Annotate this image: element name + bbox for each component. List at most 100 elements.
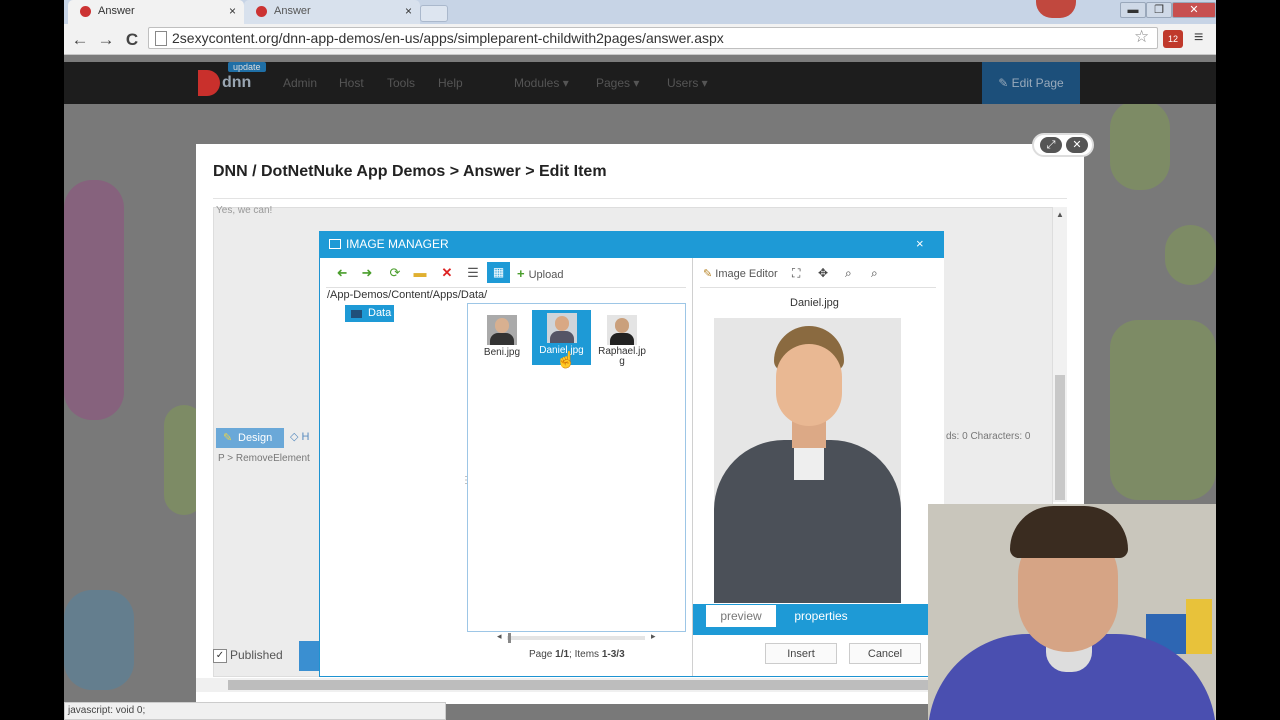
- refresh-icon[interactable]: ⟳: [387, 265, 403, 281]
- hand-cursor-icon: ☝: [556, 352, 576, 369]
- nav-tools[interactable]: Tools: [387, 76, 415, 90]
- maximize-icon[interactable]: ⤢: [1040, 137, 1062, 153]
- image-thumbnail: [546, 313, 577, 343]
- letterbox-left: [0, 0, 64, 720]
- html-mode-button[interactable]: ◇ H: [290, 430, 309, 443]
- image-manager-titlebar[interactable]: IMAGE MANAGER: [319, 231, 944, 258]
- tab-close-icon[interactable]: ×: [405, 4, 412, 18]
- webcam-shelf-item: [1186, 599, 1212, 654]
- bookmark-star-icon[interactable]: ☆: [1134, 27, 1149, 47]
- element-path: P > RemoveElement: [218, 453, 310, 464]
- tab-title: Answer: [274, 5, 311, 17]
- scrollbar-thumb[interactable]: [228, 680, 928, 690]
- actual-size-icon[interactable]: ✥: [818, 266, 828, 280]
- pager-mid: ; Items: [569, 649, 602, 660]
- maximize-button[interactable]: ❐: [1146, 2, 1172, 18]
- update-badge[interactable]: update: [228, 62, 266, 72]
- new-folder-icon[interactable]: ▬: [412, 265, 428, 280]
- pager-prefix: Page: [529, 649, 556, 660]
- file-list-scrollbar[interactable]: ◂ ▸: [497, 631, 657, 643]
- tree-folder-data[interactable]: Data: [345, 305, 394, 322]
- forward-icon[interactable]: ➜: [359, 265, 375, 281]
- photo-face: [776, 344, 842, 426]
- folder-label: Data: [368, 307, 392, 319]
- cancel-button[interactable]: Cancel: [849, 643, 921, 664]
- breadcrumb: DNN / DotNetNuke App Demos > Answer > Ed…: [213, 163, 607, 180]
- scroll-thumb[interactable]: [508, 633, 511, 643]
- delete-icon[interactable]: ✕: [439, 265, 455, 281]
- window-close-button[interactable]: ✕: [1172, 2, 1216, 18]
- tab-preview[interactable]: preview: [706, 605, 776, 627]
- scroll-track: [507, 636, 645, 640]
- back-icon[interactable]: ➜: [334, 265, 350, 281]
- popup-controls: ⤢ ✕: [1032, 133, 1094, 157]
- extension-icon[interactable]: 12: [1163, 30, 1183, 48]
- nav-modules[interactable]: Modules ▾: [514, 76, 569, 90]
- nav-pages[interactable]: Pages ▾: [596, 76, 639, 90]
- nav-admin[interactable]: Admin: [283, 76, 317, 90]
- edit-page-button[interactable]: ✎ Edit Page: [982, 62, 1080, 104]
- fit-icon[interactable]: ⛶: [792, 266, 800, 281]
- preview-filename: Daniel.jpg: [790, 297, 839, 309]
- pager-info: Page 1/1; Items 1-3/3: [529, 649, 625, 660]
- forward-icon[interactable]: →: [96, 30, 116, 50]
- word-count: ds: 0 Characters: 0: [946, 431, 1031, 442]
- current-path: /App-Demos/Content/Apps/Data/: [327, 289, 488, 301]
- dialog-close-icon[interactable]: ×: [916, 236, 924, 251]
- list-view-icon[interactable]: ☰: [465, 265, 481, 281]
- reload-icon[interactable]: C: [122, 30, 142, 50]
- image-editor-label: Image Editor: [715, 268, 778, 280]
- nav-help[interactable]: Help: [438, 76, 463, 90]
- tab-title: Answer: [98, 5, 135, 17]
- image-thumbnail: [487, 315, 517, 345]
- upload-plus-icon: +: [517, 266, 525, 281]
- image-preview: [714, 318, 901, 603]
- browser-tab[interactable]: Answer ×: [244, 0, 420, 24]
- edit-page-label: Edit Page: [1011, 76, 1064, 90]
- scroll-left-icon[interactable]: ◂: [497, 631, 502, 642]
- back-icon[interactable]: ←: [70, 30, 90, 50]
- tab-properties[interactable]: properties: [786, 605, 856, 627]
- design-mode-button[interactable]: ✎ Design: [216, 428, 284, 448]
- scroll-right-icon[interactable]: ▸: [651, 631, 656, 642]
- browser-status-bar: javascript: void 0;: [64, 702, 446, 720]
- webcam-overlay: [928, 504, 1216, 720]
- pager-items: 1-3/3: [601, 649, 625, 660]
- favicon-icon: [256, 6, 267, 17]
- pager-page: 1/1: [555, 649, 570, 660]
- zoom-out-icon[interactable]: ⌕: [871, 266, 878, 281]
- close-icon[interactable]: ✕: [1066, 137, 1088, 153]
- upload-button[interactable]: + Upload: [517, 266, 563, 281]
- pencil-icon: ✎: [223, 432, 233, 444]
- file-item[interactable]: Beni.jpg: [473, 312, 531, 366]
- letterbox-right: [1216, 0, 1280, 720]
- insert-button[interactable]: Insert: [765, 643, 837, 664]
- folder-icon: [351, 310, 362, 318]
- html-label: H: [301, 431, 310, 443]
- browser-menu-icon[interactable]: ≡: [1194, 29, 1203, 47]
- dnn-logo-mark: [198, 70, 220, 96]
- image-editor-icon: ✎: [703, 268, 713, 280]
- tab-close-icon[interactable]: ×: [229, 4, 236, 18]
- dialog-title: IMAGE MANAGER: [346, 237, 449, 251]
- file-item[interactable]: Raphael.jpg: [593, 312, 651, 367]
- favicon-icon: [80, 6, 91, 17]
- editor-content[interactable]: Yes, we can!: [216, 205, 272, 216]
- browser-tab-active[interactable]: Answer ×: [68, 0, 244, 24]
- scrollbar-thumb[interactable]: [1055, 375, 1065, 500]
- zoom-in-icon[interactable]: ⌕: [845, 266, 852, 281]
- dnn-logo[interactable]: dnn update: [198, 62, 266, 100]
- save-button[interactable]: [299, 641, 319, 671]
- divider: [213, 198, 1067, 199]
- minimize-button[interactable]: ▬: [1120, 2, 1146, 18]
- scroll-up-icon[interactable]: ▲: [1056, 210, 1064, 219]
- published-checkbox[interactable]: ✓: [213, 649, 227, 663]
- nav-users[interactable]: Users ▾: [667, 76, 708, 90]
- thumbnail-view-icon[interactable]: ▦: [487, 262, 510, 283]
- address-url[interactable]: 2sexycontent.org/dnn-app-demos/en-us/app…: [172, 30, 724, 46]
- webcam-person-hair: [1010, 506, 1128, 558]
- image-editor-button[interactable]: ✎ Image Editor: [703, 267, 778, 280]
- nav-host[interactable]: Host: [339, 76, 364, 90]
- new-tab-button[interactable]: [420, 5, 448, 22]
- upload-label: Upload: [528, 269, 564, 281]
